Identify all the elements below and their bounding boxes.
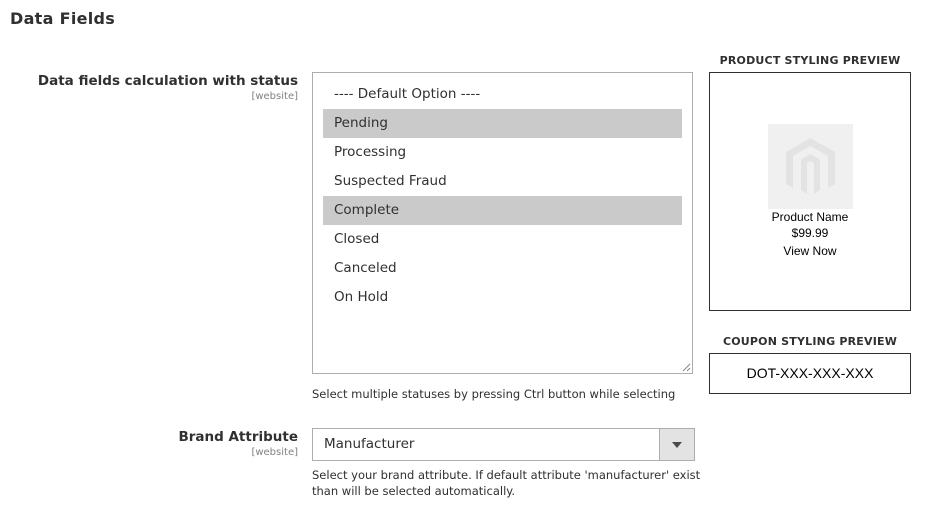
view-now-link[interactable]: View Now [710, 244, 910, 258]
brand-field-note-line2: than will be selected automatically. [312, 484, 516, 498]
status-option[interactable]: Canceled [323, 254, 682, 283]
product-preview-title: PRODUCT STYLING PREVIEW [719, 54, 901, 67]
brand-attribute-select[interactable]: Manufacturer [312, 428, 695, 461]
status-option[interactable]: Closed [323, 225, 682, 254]
status-option[interactable]: Pending [323, 109, 682, 138]
status-option[interactable]: Complete [323, 196, 682, 225]
resize-grip-icon[interactable] [681, 362, 691, 372]
brand-field-scope: [website] [251, 447, 298, 458]
status-option[interactable]: ---- Default Option ---- [323, 80, 682, 109]
section-title: Data Fields [10, 9, 116, 28]
status-multiselect[interactable]: ---- Default Option ---- Pending Processin… [312, 72, 693, 374]
status-options-list: ---- Default Option ---- Pending Processin… [313, 73, 692, 312]
coupon-preview-title: COUPON STYLING PREVIEW [722, 335, 898, 348]
brand-field-note: Select your brand attribute. If default … [312, 467, 700, 499]
status-field-scope: [website] [251, 91, 298, 102]
status-option[interactable]: Suspected Fraud [323, 167, 682, 196]
chevron-down-icon[interactable] [659, 429, 694, 460]
status-option[interactable]: Processing [323, 138, 682, 167]
product-image [768, 124, 853, 209]
status-field-note: Select multiple statuses by pressing Ctr… [312, 387, 676, 401]
coupon-code: DOT-XXX-XXX-XXX [709, 353, 911, 394]
brand-field-label: Brand Attribute [178, 429, 298, 445]
brand-field-note-line1: Select your brand attribute. If default … [312, 468, 701, 482]
status-option[interactable]: On Hold [323, 283, 682, 312]
status-field-label: Data fields calculation with status [37, 73, 298, 89]
product-price: $99.99 [791, 226, 829, 240]
magento-logo-icon [786, 138, 835, 194]
product-preview-box: Product Name $99.99 View Now [709, 72, 911, 311]
brand-attribute-value: Manufacturer [324, 436, 415, 452]
product-name: Product Name [771, 210, 849, 224]
